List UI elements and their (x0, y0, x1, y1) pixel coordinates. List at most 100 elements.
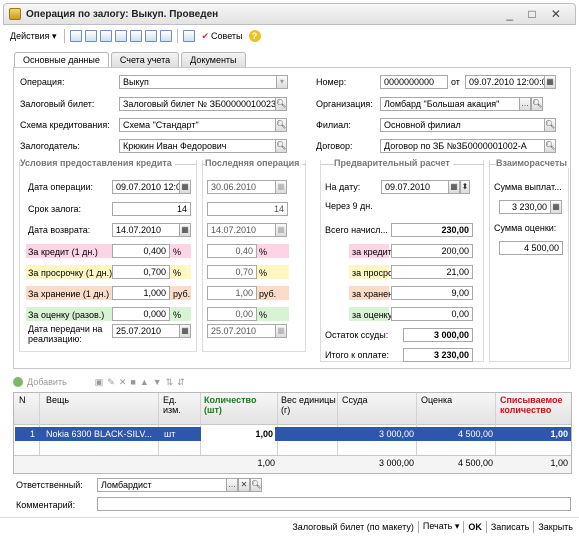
table-row[interactable]: 1 Nokia 6300 BLACK-SILV... шт 1,00 3 000… (15, 427, 571, 441)
report-icon[interactable] (160, 30, 173, 42)
add-icon[interactable] (13, 377, 23, 387)
on-date-field[interactable]: 09.07.2010 (381, 180, 449, 194)
window-controls[interactable]: _ □ ✕ (506, 7, 567, 21)
search-icon[interactable]: 🔍︎ (544, 139, 556, 153)
responsible-field[interactable]: Ломбардист (97, 478, 227, 492)
end-edit-icon[interactable]: ■ (130, 377, 135, 387)
pay-total-field: 3 230,00 (403, 348, 473, 362)
separator (463, 520, 465, 533)
contract-field[interactable]: Договор по ЗБ №ЗБ0000001002-А (380, 139, 545, 153)
calendar-icon[interactable]: ▦ (179, 324, 191, 338)
print-button[interactable]: Печать ▾ (423, 521, 460, 532)
credit-scheme-label: Схема кредитования: (20, 120, 110, 130)
print-form-button[interactable]: Залоговый билет (по макету) (292, 522, 413, 532)
ok-button[interactable]: OK (468, 522, 482, 532)
tab-accounts[interactable]: Счета учета (110, 52, 180, 68)
after-days-label: Через 9 дн. (325, 201, 373, 211)
delete-icon[interactable]: ✕ (119, 377, 127, 388)
branch-field[interactable]: Основной филиал (380, 118, 545, 132)
col-written[interactable]: Списываемое количество (500, 395, 568, 415)
unit-label: % (259, 247, 268, 257)
last-appraisal-field: 0,00 (207, 307, 257, 321)
toolbar: Действия ▾ ✔ Советы ? (3, 26, 576, 46)
last-credit-field: 0,40 (207, 244, 257, 258)
hierarchy-icon[interactable] (183, 30, 196, 42)
organization-field[interactable]: Ломбард "Большая акация" (380, 97, 520, 111)
fill-icon[interactable] (115, 30, 128, 42)
tabs: Основные данные Счета учета Документы (14, 52, 248, 69)
return-date-field[interactable]: 14.07.2010 (112, 223, 180, 237)
table-header: N Вещь Ед. изм. Количество (шт) Вес един… (14, 393, 571, 425)
calendar-icon[interactable]: ▦ (179, 223, 191, 237)
pledge-ticket-field[interactable]: Залоговый билет № ЗБ000000100237 (119, 97, 276, 111)
actions-menu-button[interactable]: Действия ▾ (7, 28, 59, 44)
last-storage-field: 1,00 (207, 286, 257, 300)
spin-icon[interactable]: ⬍ (460, 180, 470, 194)
move-up-icon[interactable]: ▲ (140, 377, 149, 387)
cell-loan: 3 000,00 (378, 429, 414, 439)
overdue-rate-field[interactable]: 0,700 (112, 265, 170, 279)
col-appraisal[interactable]: Оценка (421, 395, 452, 405)
unit-label: руб. (173, 289, 191, 299)
comment-field[interactable] (97, 497, 571, 511)
search-icon[interactable]: 🔍︎ (275, 97, 287, 111)
search-icon[interactable]: 🔍︎ (250, 478, 262, 492)
operation-field[interactable]: Выкуп (119, 75, 277, 89)
calculator-icon[interactable]: ▦ (550, 200, 562, 214)
cell-qty[interactable]: 1,00 (201, 427, 275, 441)
add-button[interactable]: Добавить (27, 377, 67, 387)
separator (533, 520, 535, 533)
appraisal-rate-field[interactable]: 0,000 (112, 307, 170, 321)
copy-icon[interactable] (100, 30, 113, 42)
col-unit[interactable]: Ед. изм. (163, 395, 191, 415)
unpost-icon[interactable] (85, 30, 98, 42)
help-icon[interactable]: ? (248, 30, 261, 42)
sort-desc-icon[interactable]: ⇵ (177, 377, 185, 388)
select-button[interactable]: … (226, 478, 238, 492)
save-button[interactable]: Записать (491, 522, 529, 532)
search-icon[interactable]: 🔍︎ (531, 97, 543, 111)
tab-documents[interactable]: Документы (181, 52, 246, 68)
close-button[interactable]: Закрыть (538, 522, 573, 532)
term-field[interactable]: 14 (112, 202, 191, 216)
tips-button[interactable]: ✔ Советы (198, 28, 245, 44)
credit-scheme-field[interactable]: Схема "Стандарт" (119, 118, 276, 132)
col-n[interactable]: N (19, 395, 26, 405)
sale-date-field[interactable]: 25.07.2010 (112, 324, 180, 338)
op-date-field[interactable]: 09.07.2010 12:00 (112, 180, 180, 194)
cell-unit: шт (164, 429, 176, 439)
search-icon[interactable]: 🔍︎ (275, 118, 287, 132)
movements-icon[interactable] (145, 30, 158, 42)
terms-title: Условия предоставления кредита (20, 158, 175, 168)
table-toolbar: Добавить ▣ ✎ ✕ ■ ▲ ▼ ⇅ ⇵ (13, 374, 185, 390)
credit-rate-label: За кредит (1 дн.) (28, 247, 98, 257)
search-icon[interactable]: 🔍︎ (544, 118, 556, 132)
calendar-icon[interactable]: ▦ (544, 75, 556, 89)
clear-icon[interactable]: ✕ (238, 478, 250, 492)
appraisal-sum-field: 4 500,00 (499, 241, 563, 255)
credit-rate-field[interactable]: 0,400 (112, 244, 170, 258)
col-loan[interactable]: Ссуда (342, 395, 367, 405)
payout-field[interactable]: 3 230,00 (499, 200, 551, 214)
last-term-field: 14 (207, 202, 288, 216)
sort-asc-icon[interactable]: ⇅ (166, 377, 174, 388)
search-icon[interactable]: 🔍︎ (275, 139, 287, 153)
select-button[interactable]: … (519, 97, 531, 111)
calendar-icon: ▦ (275, 223, 287, 237)
edit-icon[interactable]: ✎ (107, 377, 115, 388)
col-qty[interactable]: Количество (шт) (204, 395, 264, 415)
pledger-field[interactable]: Крюкин Иван Федорович (119, 139, 276, 153)
structure-icon[interactable] (130, 30, 143, 42)
dropdown-icon[interactable]: ▾ (276, 75, 288, 89)
calendar-icon[interactable]: ▦ (179, 180, 191, 194)
move-down-icon[interactable]: ▼ (153, 377, 162, 387)
number-field[interactable]: 0000000000 (380, 75, 448, 89)
date-field[interactable]: 09.07.2010 12:00:00 (465, 75, 545, 89)
storage-rate-field[interactable]: 1,000 (112, 286, 170, 300)
col-weight[interactable]: Вес единицы (г) (281, 395, 337, 415)
total-accrued-field: 230,00 (391, 223, 473, 237)
copy-row-icon[interactable]: ▣ (95, 377, 104, 388)
col-item[interactable]: Вещь (46, 395, 69, 405)
post-icon[interactable] (70, 30, 83, 42)
calendar-icon[interactable]: ▦ (448, 180, 460, 194)
